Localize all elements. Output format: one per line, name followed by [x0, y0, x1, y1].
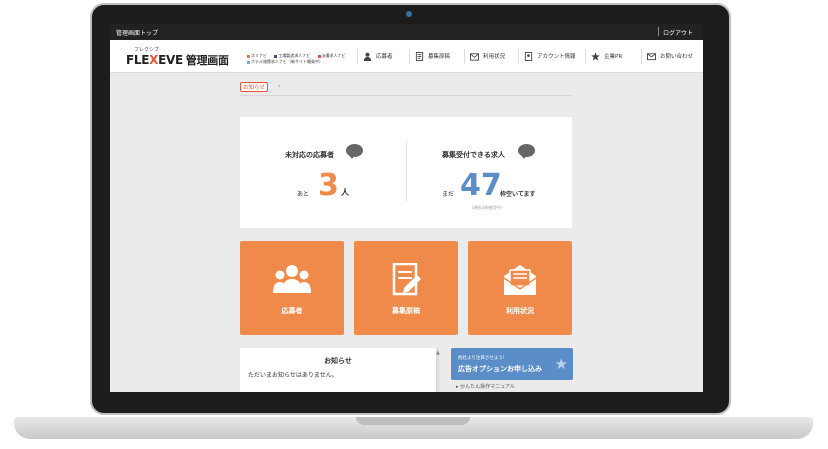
- jobs-unit: 枠空いてます: [500, 191, 536, 198]
- account-icon: [524, 52, 533, 61]
- jobs-title: 募集受付できる求人: [442, 151, 505, 159]
- ad-subtitle: 他社より注目させよう!: [458, 356, 505, 361]
- breadcrumb-news[interactable]: お知らせ: [240, 82, 268, 92]
- camera-icon: [406, 11, 412, 17]
- tile-applicants[interactable]: 応募者: [240, 241, 344, 335]
- nav-account[interactable]: アカウント情報: [518, 49, 576, 64]
- tile-job-posts-label: 募集原稿: [392, 307, 420, 315]
- news-panel: ▲ お知らせ ただいまお知らせはありません。: [240, 348, 440, 392]
- jobs-count[interactable]: 47: [460, 171, 502, 201]
- stats-panel: 未対応の応募者 あと 3 人 募集受付できる求人 まだ 47 枠空いてます (現…: [240, 117, 572, 228]
- news-title: お知らせ: [324, 357, 352, 365]
- people-icon: [273, 265, 311, 293]
- chat-edit-icon: [518, 144, 535, 159]
- logout-link[interactable]: ログアウト: [663, 28, 693, 37]
- nav-job-posts[interactable]: 募集原稿: [409, 49, 450, 64]
- applicants-title: 未対応の応募者: [285, 151, 334, 159]
- stats-divider: [406, 141, 407, 201]
- news-body: ただいまお知らせはありません。: [248, 372, 338, 379]
- breadcrumb: お知らせ ›: [240, 81, 572, 96]
- star-badge-icon: ★: [554, 355, 568, 373]
- nav-applicants[interactable]: 応募者: [357, 49, 393, 64]
- logo[interactable]: FLEXEVE 管理画面: [126, 52, 229, 68]
- laptop-notch: [356, 417, 470, 425]
- envelope-icon: [647, 53, 656, 61]
- scroll-up-arrow[interactable]: ▲: [436, 350, 440, 356]
- document-icon: [415, 52, 424, 61]
- admin-top-link[interactable]: 管理画面トップ: [116, 28, 158, 37]
- ad-title: 広告オプションお申し込み: [458, 365, 542, 373]
- jobs-note: (現在3枠使用中): [472, 205, 502, 210]
- site-links: スミナビ 工場製造求人ナビ 派遣求人ナビ ホテル旅館求人ナビ（新サイト開発中）: [247, 53, 357, 65]
- tile-job-posts[interactable]: 募集原稿: [354, 241, 458, 335]
- applicants-prefix: あと: [297, 191, 310, 198]
- mail-open-icon: [503, 265, 537, 295]
- person-icon: [363, 52, 372, 61]
- applicants-unit: 人: [341, 188, 349, 197]
- site-link-hotel[interactable]: ホテル旅館求人ナビ（新サイト開発中）: [247, 59, 326, 65]
- breadcrumb-arrow: ›: [278, 82, 281, 90]
- nav-usage[interactable]: 利用状況: [464, 49, 505, 64]
- ad-option-banner[interactable]: 他社より注目させよう! 広告オプションお申し込み ★: [451, 348, 573, 380]
- manual-link[interactable]: ▸ かんたん操作マニュアル: [456, 383, 515, 390]
- top-bar: 管理画面トップ ログアウト: [110, 24, 703, 40]
- screen: 管理画面トップ ログアウト フレクシブ FLEXEVE 管理画面 スミナビ 工場製…: [110, 24, 703, 392]
- mail-icon: [470, 53, 479, 61]
- nav-contact[interactable]: お問い合わせ: [641, 49, 693, 64]
- tile-usage[interactable]: 利用状況: [468, 241, 572, 335]
- star-icon: [591, 52, 600, 61]
- applicants-count[interactable]: 3: [318, 171, 339, 201]
- edit-document-icon: [392, 263, 421, 296]
- tile-applicants-label: 応募者: [281, 307, 303, 315]
- nav-company-pr[interactable]: 企業PR: [585, 49, 622, 64]
- tile-usage-label: 利用状況: [506, 307, 534, 315]
- jobs-prefix: まだ: [442, 191, 455, 198]
- chat-person-icon: [346, 144, 363, 159]
- topbar-divider: [658, 27, 659, 36]
